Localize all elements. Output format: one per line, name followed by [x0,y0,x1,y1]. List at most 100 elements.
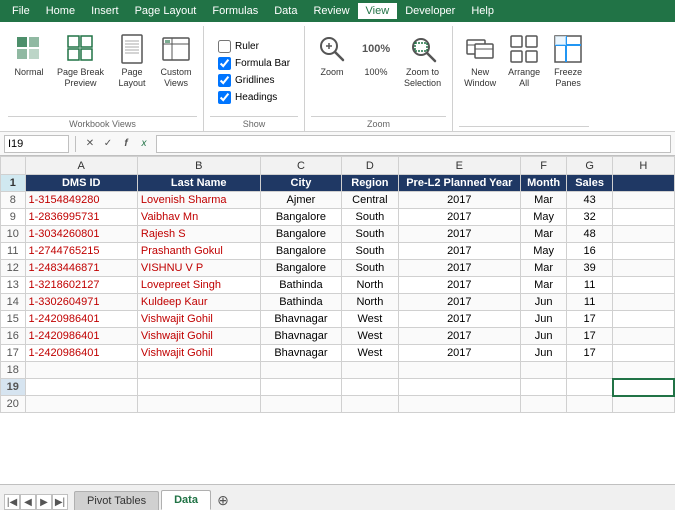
name-box[interactable] [4,135,69,153]
cell-a13[interactable]: 1-3218602127 [25,277,137,294]
confirm-formula-icon[interactable]: ✓ [100,136,116,152]
cell-f17[interactable]: Jun [521,345,567,362]
cell-f12[interactable]: Mar [521,260,567,277]
cell-b20[interactable] [137,396,260,413]
formula-bar-checkbox[interactable]: Formula Bar [218,57,290,70]
cell-b19[interactable] [137,379,260,396]
cell-c8[interactable]: Ajmer [260,192,342,209]
menu-insert[interactable]: Insert [83,3,127,19]
cell-d11[interactable]: South [342,243,398,260]
cell-g17[interactable]: 17 [567,345,613,362]
arrange-all-button[interactable]: ArrangeAll [503,30,545,92]
cell-a20[interactable] [25,396,137,413]
headings-checkbox[interactable]: Headings [218,91,290,104]
cell-e9[interactable]: 2017 [398,209,521,226]
custom-views-button[interactable]: CustomViews [155,30,197,92]
cell-g13[interactable]: 11 [567,277,613,294]
cell-c10[interactable]: Bangalore [260,226,342,243]
menu-view[interactable]: View [358,3,398,19]
cell-g9[interactable]: 32 [567,209,613,226]
cell-b9[interactable]: Vaibhav Mn [137,209,260,226]
cell-a19[interactable] [25,379,137,396]
cell-c20[interactable] [260,396,342,413]
freeze-panes-button[interactable]: FreezePanes [547,30,589,92]
cell-d17[interactable]: West [342,345,398,362]
tab-nav-prev[interactable]: ◀ [20,494,36,510]
cell-g19[interactable] [567,379,613,396]
cell-c12[interactable]: Bangalore [260,260,342,277]
cell-e10[interactable]: 2017 [398,226,521,243]
cell-g12[interactable]: 39 [567,260,613,277]
cell-b13[interactable]: Lovepreet Singh [137,277,260,294]
cell-e20[interactable] [398,396,521,413]
tab-pivot-tables[interactable]: Pivot Tables [74,491,159,510]
cell-e13[interactable]: 2017 [398,277,521,294]
cell-a9[interactable]: 1-2836995731 [25,209,137,226]
cell-g20[interactable] [567,396,613,413]
formula-bar-input[interactable] [218,57,231,70]
cell-h10[interactable] [613,226,674,243]
cell-d9[interactable]: South [342,209,398,226]
menu-file[interactable]: File [4,3,38,19]
col-header-B[interactable]: B [137,157,260,175]
ruler-input[interactable] [218,40,231,53]
cell-a14[interactable]: 1-3302604971 [25,294,137,311]
cell-a17[interactable]: 1-2420986401 [25,345,137,362]
cell-g18[interactable] [567,362,613,379]
cell-b1[interactable]: Last Name [137,175,260,192]
cell-h13[interactable] [613,277,674,294]
cell-d8[interactable]: Central [342,192,398,209]
cancel-formula-icon[interactable]: ✕ [82,136,98,152]
cell-b11[interactable]: Prashanth Gokul [137,243,260,260]
cell-h1[interactable] [613,175,674,192]
cell-e14[interactable]: 2017 [398,294,521,311]
cell-c11[interactable]: Bangalore [260,243,342,260]
cell-h14[interactable] [613,294,674,311]
cell-b14[interactable]: Kuldeep Kaur [137,294,260,311]
menu-home[interactable]: Home [38,3,83,19]
menu-review[interactable]: Review [305,3,357,19]
zoom-100-button[interactable]: 100% 100% [355,30,397,81]
menu-formulas[interactable]: Formulas [204,3,266,19]
cell-h15[interactable] [613,311,674,328]
cell-b18[interactable] [137,362,260,379]
col-header-A[interactable]: A [25,157,137,175]
cell-c9[interactable]: Bangalore [260,209,342,226]
cell-a11[interactable]: 1-2744765215 [25,243,137,260]
cell-h16[interactable] [613,328,674,345]
cell-c13[interactable]: Bathinda [260,277,342,294]
cell-g10[interactable]: 48 [567,226,613,243]
cell-e8[interactable]: 2017 [398,192,521,209]
cell-f8[interactable]: Mar [521,192,567,209]
cell-b15[interactable]: Vishwajit Gohil [137,311,260,328]
tab-nav-next[interactable]: ▶ [36,494,52,510]
cell-h20[interactable] [613,396,674,413]
formula-input[interactable] [156,135,671,153]
add-sheet-button[interactable]: ⊕ [213,490,233,510]
insert-function-icon[interactable]: f [118,136,134,152]
cell-c1[interactable]: City [260,175,342,192]
cell-h19[interactable] [613,379,674,396]
cell-a1[interactable]: DMS ID [25,175,137,192]
tab-nav-last[interactable]: ▶| [52,494,68,510]
cell-f9[interactable]: May [521,209,567,226]
col-header-D[interactable]: D [342,157,398,175]
cell-a8[interactable]: 1-3154849280 [25,192,137,209]
col-header-E[interactable]: E [398,157,521,175]
cell-a12[interactable]: 1-2483446871 [25,260,137,277]
cell-g1[interactable]: Sales [567,175,613,192]
cell-c15[interactable]: Bhavnagar [260,311,342,328]
menu-data[interactable]: Data [266,3,305,19]
cell-b12[interactable]: VISHNU V P [137,260,260,277]
cell-d13[interactable]: North [342,277,398,294]
menu-page-layout[interactable]: Page Layout [127,3,205,19]
tab-data[interactable]: Data [161,490,211,510]
cell-f16[interactable]: Jun [521,328,567,345]
ruler-checkbox[interactable]: Ruler [218,40,290,53]
cell-e17[interactable]: 2017 [398,345,521,362]
cell-h9[interactable] [613,209,674,226]
cell-b10[interactable]: Rajesh S [137,226,260,243]
menu-help[interactable]: Help [463,3,502,19]
menu-developer[interactable]: Developer [397,3,463,19]
zoom-selection-button[interactable]: Zoom toSelection [399,30,446,92]
